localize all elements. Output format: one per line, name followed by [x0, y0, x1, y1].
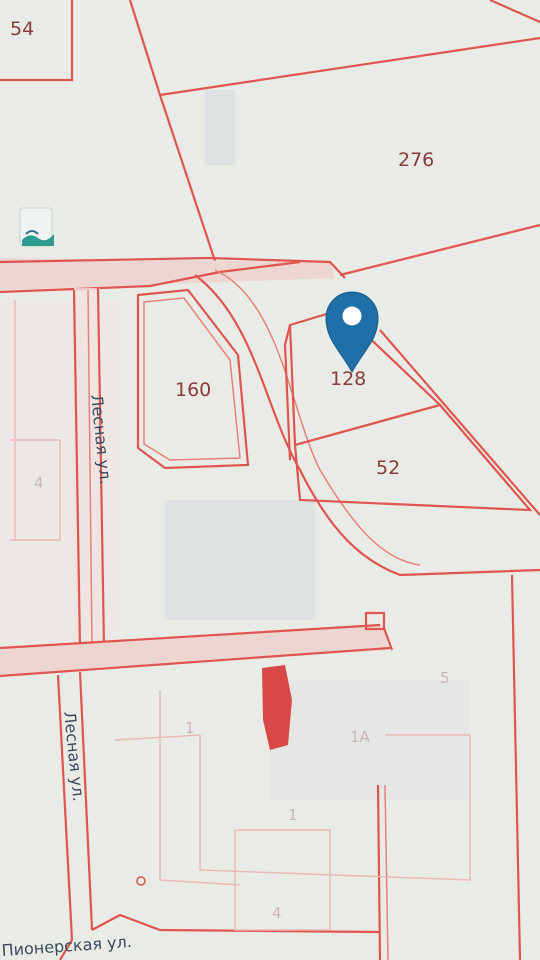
parcel-label-1b: 1 [288, 806, 298, 824]
parcel-label-4-left: 4 [34, 474, 44, 492]
water-object-icon[interactable] [19, 207, 54, 247]
parcel-label-160: 160 [175, 379, 211, 401]
faint-building [205, 90, 235, 165]
parcel-label-276: 276 [398, 149, 434, 171]
faint-building [165, 500, 315, 620]
parcel-label-5: 5 [440, 669, 450, 687]
parcel-label-1a: 1А [350, 728, 371, 746]
parcel-label-52: 52 [376, 457, 400, 479]
parcel-label-54: 54 [10, 18, 34, 40]
parcel-label-1: 1 [185, 719, 195, 737]
parcel-label-128: 128 [330, 368, 366, 390]
parcel-label-4: 4 [272, 904, 282, 922]
cadastral-map[interactable]: 54 276 160 128 52 1А 1 1 4 5 4 Лесная ул… [0, 0, 540, 960]
